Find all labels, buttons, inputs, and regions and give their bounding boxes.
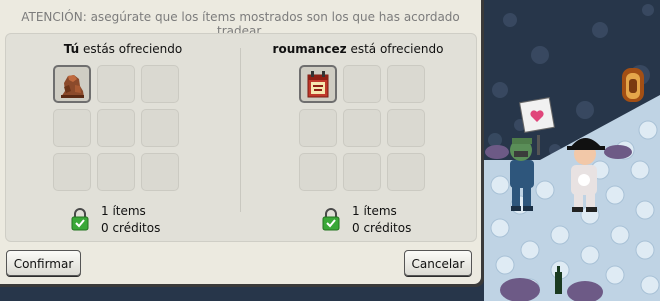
own-offer-slot[interactable] — [141, 153, 179, 191]
own-offer-credits: 0 créditos — [101, 221, 161, 235]
own-offer-owner: Tú — [63, 42, 80, 56]
partner-offer: roumancez está ofreciendo 1 ítems 0 créd… — [241, 34, 475, 241]
partner-offer-slot[interactable] — [299, 65, 337, 103]
partner-offer-slot[interactable] — [343, 109, 381, 147]
partner-offer-slot[interactable] — [387, 109, 425, 147]
partner-offer-summary: 1 ítems 0 créditos — [321, 204, 461, 238]
own-offer-slot[interactable] — [141, 109, 179, 147]
partner-offer-owner: roumancez — [272, 42, 347, 56]
partner-offer-slot[interactable] — [299, 109, 337, 147]
trade-dialog-body: ATENCIÓN: asegúrate que los ítems mostra… — [0, 0, 481, 284]
lock-icon — [322, 208, 340, 231]
own-offer-grid — [53, 65, 185, 197]
partner-offer-slot[interactable] — [387, 153, 425, 191]
own-offer-summary: 1 ítems 0 créditos — [70, 204, 210, 238]
confirm-button[interactable]: Confirmar — [6, 250, 81, 276]
partner-offer-slot[interactable] — [299, 153, 337, 191]
partner-offer-slot[interactable] — [343, 65, 381, 103]
rock-statue-item-icon — [61, 75, 84, 98]
own-offer-slot[interactable] — [53, 109, 91, 147]
partner-offer-slot[interactable] — [387, 65, 425, 103]
own-offer-slot[interactable] — [141, 65, 179, 103]
own-offer-slot[interactable] — [97, 65, 135, 103]
own-offer-slot[interactable] — [53, 153, 91, 191]
partner-offer-grid — [299, 65, 431, 197]
own-offer-slot[interactable] — [53, 65, 91, 103]
partner-offer-item-count: 1 ítems — [352, 204, 397, 218]
arched-door-icon[interactable] — [622, 68, 644, 102]
trade-offers-panel: Tú estás ofreciendo 1 ítems 0 créditos r… — [5, 33, 477, 242]
cancel-button[interactable]: Cancelar — [404, 250, 472, 276]
own-offer-heading-rest: estás ofreciendo — [79, 42, 183, 56]
partner-offer-title: roumancez está ofreciendo — [241, 42, 475, 56]
trade-dialog: ATENCIÓN: asegúrate que los ítems mostra… — [0, 0, 484, 287]
hc-calendar-item-icon — [307, 71, 329, 98]
own-offer: Tú estás ofreciendo 1 ítems 0 créditos — [6, 34, 240, 241]
own-offer-slot[interactable] — [97, 153, 135, 191]
partner-offer-heading-rest: está ofreciendo — [346, 42, 444, 56]
own-offer-item-count: 1 ítems — [101, 204, 146, 218]
lock-icon — [71, 208, 89, 231]
own-offer-slot[interactable] — [97, 109, 135, 147]
own-offer-title: Tú estás ofreciendo — [6, 42, 240, 56]
partner-offer-slot[interactable] — [343, 153, 381, 191]
partner-offer-credits: 0 créditos — [352, 221, 412, 235]
